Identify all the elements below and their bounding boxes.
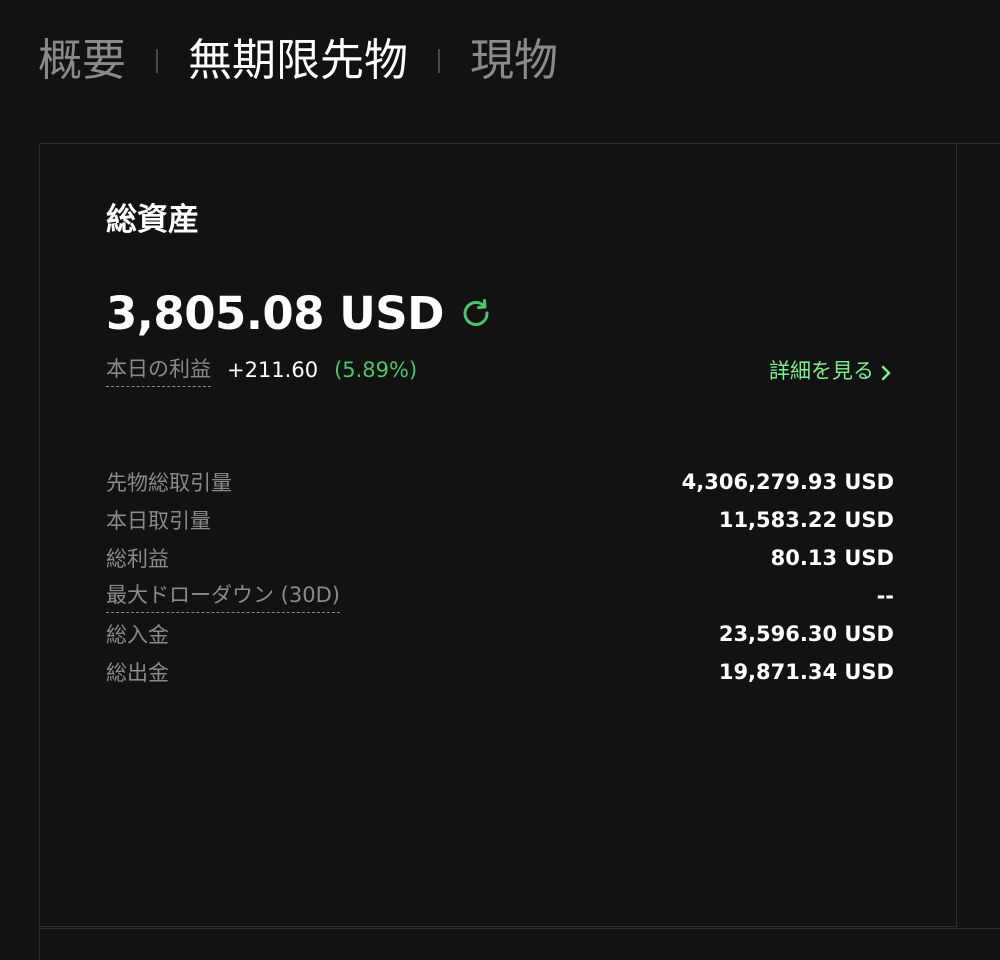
stat-value: 23,596.30 USD xyxy=(718,622,894,646)
stat-label[interactable]: 最大ドローダウン (30D) xyxy=(106,579,340,613)
view-details-label: 詳細を見る xyxy=(769,359,874,383)
tab-bar: 概要 無期限先物 現物 xyxy=(38,30,558,92)
view-details-link[interactable]: 詳細を見る xyxy=(769,355,892,385)
chevron-right-icon xyxy=(880,362,892,381)
stats-list: 先物総取引量 4,306,279.93 USD 本日取引量 11,583.22 … xyxy=(106,444,894,710)
pnl-label[interactable]: 本日の利益 xyxy=(106,353,211,387)
card-title: 総資産 xyxy=(106,202,199,238)
stat-label: 本日取引量 xyxy=(106,509,211,533)
divider xyxy=(957,143,1000,144)
pnl-row: 本日の利益 +211.60 (5.89%) 詳細を見る xyxy=(106,351,892,389)
stat-label: 総出金 xyxy=(106,661,169,685)
total-balance: 3,805.08 USD xyxy=(106,286,445,340)
divider xyxy=(39,928,1000,929)
stat-value: 11,583.22 USD xyxy=(718,508,894,532)
stat-value: -- xyxy=(876,584,894,608)
tab-spot[interactable]: 現物 xyxy=(470,30,558,92)
pnl-value: +211.60 xyxy=(227,358,319,382)
balance-row: 3,805.08 USD xyxy=(106,282,492,344)
pnl-percent: (5.89%) xyxy=(334,358,418,382)
refresh-icon[interactable] xyxy=(460,297,492,329)
stat-label: 総入金 xyxy=(106,623,169,647)
stat-value: 4,306,279.93 USD xyxy=(681,470,894,494)
tab-perpetual-futures[interactable]: 無期限先物 xyxy=(188,30,408,92)
tab-overview[interactable]: 概要 xyxy=(38,30,126,92)
stat-value: 80.13 USD xyxy=(770,546,894,570)
tab-divider xyxy=(156,49,158,73)
total-assets-card: 総資産 3,805.08 USD 本日の利益 +211.60 (5.89%) 詳… xyxy=(39,143,957,927)
tab-divider xyxy=(438,49,440,73)
stat-label: 総利益 xyxy=(106,547,169,571)
divider xyxy=(39,928,40,960)
stat-value: 19,871.34 USD xyxy=(718,660,894,684)
stat-label: 先物総取引量 xyxy=(106,471,232,495)
